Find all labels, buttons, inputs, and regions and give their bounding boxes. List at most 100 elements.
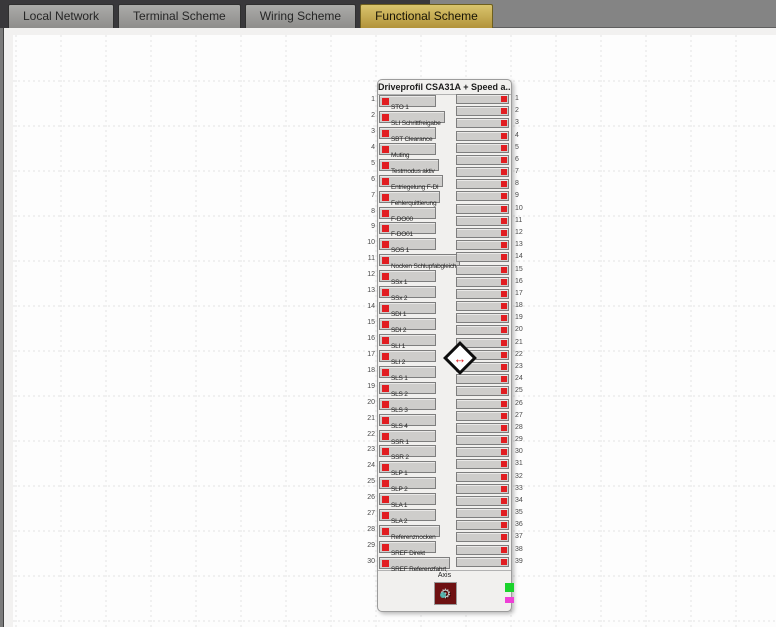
- output-pin-box[interactable]: SDI 1: [456, 277, 509, 287]
- output-pin-red-icon[interactable]: [501, 181, 507, 187]
- output-pin-red-icon[interactable]: [501, 510, 507, 516]
- output-pin-red-icon[interactable]: [501, 522, 507, 528]
- output-pin-red-icon[interactable]: [501, 291, 507, 297]
- input-pin-red-icon[interactable]: [382, 401, 389, 408]
- output-pin-box[interactable]: Diagnose ASF: [456, 106, 509, 116]
- output-pin-box[interactable]: F-DI 03: [456, 228, 509, 238]
- input-pin-box[interactable]: SOS 1: [379, 238, 436, 250]
- output-pin-box[interactable]: SSR 1: [456, 374, 509, 384]
- output-pin-box[interactable]: STO 1: [456, 94, 509, 104]
- input-pin-box[interactable]: SSx 2: [379, 286, 436, 298]
- output-pin-red-icon[interactable]: [501, 437, 507, 443]
- output-pin-box[interactable]: SLI 2: [456, 313, 509, 323]
- input-pin-red-icon[interactable]: [382, 560, 389, 567]
- input-pin-red-icon[interactable]: [382, 241, 389, 248]
- output-pin-red-icon[interactable]: [501, 169, 507, 175]
- output-pin-box[interactable]: F-DI 02: [456, 216, 509, 226]
- input-pin-red-icon[interactable]: [382, 162, 389, 169]
- input-pin-red-icon[interactable]: [382, 512, 389, 519]
- input-pin-red-icon[interactable]: [382, 433, 389, 440]
- input-pin-red-icon[interactable]: [382, 417, 389, 424]
- output-pin-box[interactable]: F-DI 01: [456, 204, 509, 214]
- output-pin-red-icon[interactable]: [501, 96, 507, 102]
- input-pin-box[interactable]: SLA 1: [379, 493, 436, 505]
- input-pin-box[interactable]: Entriegelung F-DI: [379, 175, 443, 187]
- input-pin-red-icon[interactable]: [382, 480, 389, 487]
- output-pin-red-icon[interactable]: [501, 254, 507, 260]
- input-pin-box[interactable]: SDI 2: [379, 318, 436, 330]
- input-pin-red-icon[interactable]: [382, 273, 389, 280]
- output-pin-box[interactable]: Warnung: [456, 167, 509, 177]
- output-pin-red-icon[interactable]: [501, 486, 507, 492]
- output-pin-box[interactable]: Fehlerstatus: [456, 179, 509, 189]
- output-pin-red-icon[interactable]: [501, 315, 507, 321]
- output-pin-box[interactable]: F-DI 00: [456, 191, 509, 201]
- input-pin-red-icon[interactable]: [382, 225, 389, 232]
- input-pin-box[interactable]: SLI 1: [379, 334, 436, 346]
- output-pin-box[interactable]: SBT Active: [456, 118, 509, 128]
- output-pin-box[interactable]: Testmodus aktiv: [456, 155, 509, 165]
- function-block[interactable]: Driveprofil CSA31A + Speed a... Axis ⚙ 1…: [377, 79, 512, 612]
- output-pin-box[interactable]: SLA 1: [456, 423, 509, 433]
- input-pin-box[interactable]: SLI 2: [379, 350, 436, 362]
- output-pin-box[interactable]: SSM 1: [456, 447, 509, 457]
- input-pin-box[interactable]: SBT Clearance: [379, 127, 436, 139]
- input-pin-red-icon[interactable]: [382, 130, 389, 137]
- output-pin-box[interactable]: SCA 3: [456, 520, 509, 530]
- input-pin-red-icon[interactable]: [382, 464, 389, 471]
- input-pin-red-icon[interactable]: [382, 369, 389, 376]
- output-pin-red-icon[interactable]: [501, 547, 507, 553]
- output-pin-box[interactable]: SSM 2: [456, 459, 509, 469]
- input-pin-red-icon[interactable]: [382, 337, 389, 344]
- axis-pin-green[interactable]: [505, 583, 514, 592]
- output-pin-box[interactable]: SLI 1: [456, 301, 509, 311]
- output-pin-box[interactable]: Status SREF: [456, 545, 509, 555]
- input-pin-box[interactable]: SDI 1: [379, 302, 436, 314]
- input-pin-box[interactable]: SLS 4: [379, 414, 436, 426]
- axis-pin-magenta[interactable]: [505, 597, 514, 603]
- output-pin-red-icon[interactable]: [501, 449, 507, 455]
- output-pin-red-icon[interactable]: [501, 559, 507, 565]
- output-pin-red-icon[interactable]: [501, 413, 507, 419]
- input-pin-box[interactable]: F-DO00: [379, 207, 436, 219]
- input-pin-box[interactable]: SLS 3: [379, 398, 436, 410]
- output-pin-box[interactable]: SSx 2: [456, 265, 509, 275]
- tab-terminal-scheme[interactable]: Terminal Scheme: [118, 4, 241, 28]
- output-pin-red-icon[interactable]: [501, 474, 507, 480]
- output-pin-red-icon[interactable]: [501, 425, 507, 431]
- output-pin-red-icon[interactable]: [501, 303, 507, 309]
- output-pin-red-icon[interactable]: [501, 145, 507, 151]
- input-pin-box[interactable]: SREF Direkt: [379, 541, 436, 553]
- output-pin-red-icon[interactable]: [501, 230, 507, 236]
- output-pin-red-icon[interactable]: [501, 108, 507, 114]
- output-pin-box[interactable]: Eingangsdaten gü: [456, 131, 509, 141]
- input-pin-red-icon[interactable]: [382, 528, 389, 535]
- output-pin-box[interactable]: SDI 2: [456, 289, 509, 299]
- input-pin-box[interactable]: Nocken Schlupfabgleich: [379, 254, 460, 266]
- input-pin-box[interactable]: Referenznocken: [379, 525, 440, 537]
- input-pin-box[interactable]: SLP 2: [379, 477, 436, 489]
- scheme-canvas[interactable]: Driveprofil CSA31A + Speed a... Axis ⚙ 1…: [13, 35, 776, 627]
- output-pin-box[interactable]: SCA 4: [456, 532, 509, 542]
- output-pin-box[interactable]: SLS 1: [456, 325, 509, 335]
- output-pin-box[interactable]: SSM 4: [456, 484, 509, 494]
- input-pin-red-icon[interactable]: [382, 194, 389, 201]
- output-pin-red-icon[interactable]: [501, 352, 507, 358]
- output-pin-red-icon[interactable]: [501, 218, 507, 224]
- output-pin-red-icon[interactable]: [501, 157, 507, 163]
- input-pin-red-icon[interactable]: [382, 146, 389, 153]
- tab-functional-scheme[interactable]: Functional Scheme: [360, 4, 493, 28]
- input-pin-red-icon[interactable]: [382, 321, 389, 328]
- output-pin-box[interactable]: Muting: [456, 143, 509, 153]
- output-pin-red-icon[interactable]: [501, 340, 507, 346]
- output-pin-red-icon[interactable]: [501, 498, 507, 504]
- input-pin-red-icon[interactable]: [382, 210, 389, 217]
- input-pin-box[interactable]: SLP 1: [379, 461, 436, 473]
- function-block-title[interactable]: Driveprofil CSA31A + Speed a...: [378, 80, 511, 95]
- input-pin-red-icon[interactable]: [382, 385, 389, 392]
- input-pin-red-icon[interactable]: [382, 257, 389, 264]
- output-pin-red-icon[interactable]: [501, 242, 507, 248]
- output-pin-red-icon[interactable]: [501, 193, 507, 199]
- input-pin-box[interactable]: Fehlerquittierung: [379, 191, 440, 203]
- output-pin-red-icon[interactable]: [501, 461, 507, 467]
